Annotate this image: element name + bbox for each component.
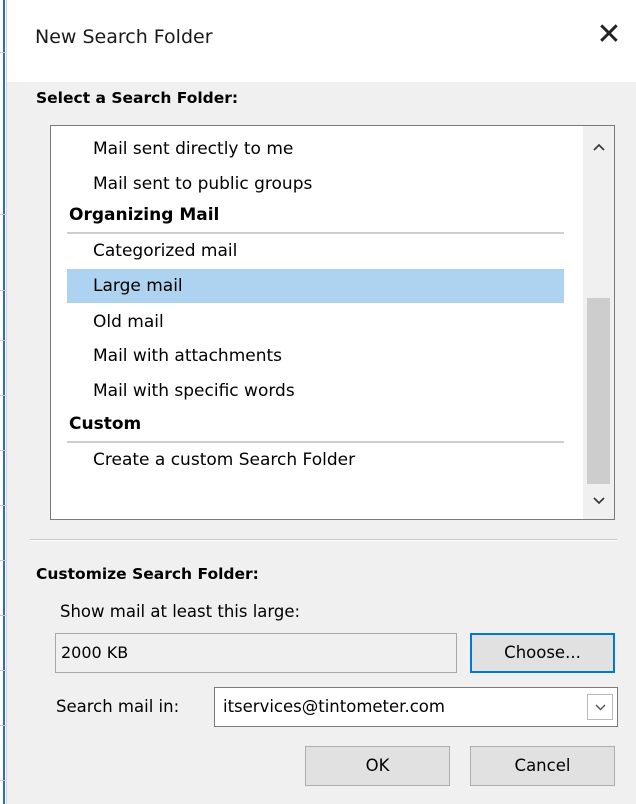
chevron-down-icon	[595, 704, 605, 711]
list-group-header: Organizing Mail	[67, 200, 564, 234]
close-icon: ✕	[596, 17, 622, 52]
choose-button[interactable]: Choose...	[470, 633, 615, 673]
list-item-selected[interactable]: Large mail	[67, 269, 564, 303]
chevron-down-icon	[592, 497, 605, 505]
search-mail-in-label: Search mail in:	[56, 697, 180, 716]
title-bar[interactable]: New Search Folder ✕	[7, 0, 636, 82]
list-item[interactable]: Create a custom Search Folder	[67, 443, 564, 477]
search-mail-in-value: itservices@tintometer.com	[223, 697, 445, 716]
list-scrollbar[interactable]	[583, 126, 614, 519]
list-item[interactable]: Mail with specific words	[67, 374, 564, 408]
window-accent-line	[3, 0, 5, 804]
scroll-up-button[interactable]	[583, 132, 614, 162]
scroll-thumb[interactable]	[587, 298, 610, 484]
search-folder-list[interactable]: Mail sent directly to me Mail sent to pub…	[50, 125, 615, 520]
scroll-down-button[interactable]	[583, 486, 614, 516]
dropdown-toggle[interactable]	[587, 694, 613, 720]
customize-search-folder-label: Customize Search Folder:	[36, 565, 259, 583]
ok-button[interactable]: OK	[305, 746, 450, 786]
close-button[interactable]: ✕	[592, 18, 626, 52]
cancel-button[interactable]: Cancel	[470, 746, 615, 786]
list-item[interactable]: Mail with attachments	[67, 339, 564, 373]
list-item[interactable]: Mail sent directly to me	[67, 132, 564, 166]
list-group-header: Custom	[67, 409, 564, 443]
size-threshold-label: Show mail at least this large:	[60, 602, 301, 621]
select-search-folder-label: Select a Search Folder:	[36, 89, 239, 107]
chevron-up-icon	[592, 143, 605, 151]
list-item[interactable]: Old mail	[67, 305, 564, 339]
section-divider	[30, 539, 617, 541]
dialog-title: New Search Folder	[35, 26, 213, 48]
background-window-edge	[0, 0, 7, 804]
size-threshold-field[interactable]: 2000 KB	[55, 633, 457, 673]
search-mail-in-dropdown[interactable]: itservices@tintometer.com	[214, 687, 618, 727]
new-search-folder-dialog: New Search Folder ✕ Select a Search Fold…	[0, 0, 636, 804]
list-item[interactable]: Mail sent to public groups	[67, 167, 564, 201]
list-item[interactable]: Categorized mail	[67, 234, 564, 268]
